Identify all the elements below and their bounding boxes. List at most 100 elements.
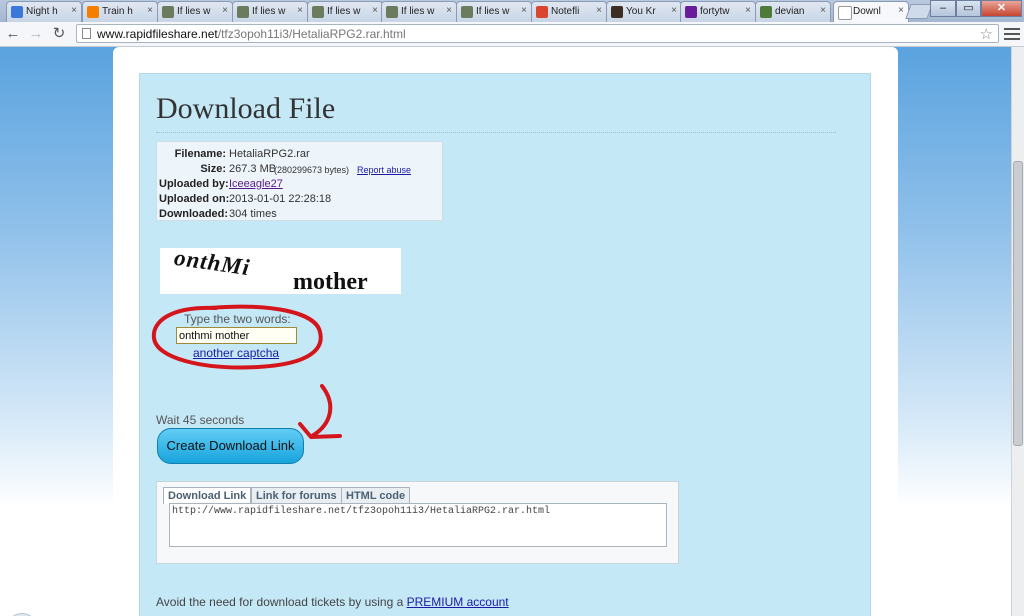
tab-link-for-forums[interactable]: Link for forums xyxy=(251,487,342,503)
reload-icon: ↻ xyxy=(52,25,66,42)
downloaded-label: Downloaded: xyxy=(159,208,229,220)
premium-account-link[interactable]: PREMIUM account xyxy=(407,595,509,609)
image-icon xyxy=(386,6,398,18)
captcha-input[interactable] xyxy=(176,327,297,344)
tab-close-icon[interactable]: × xyxy=(372,5,378,16)
vertical-scrollbar[interactable] xyxy=(1011,47,1024,616)
tab-title: Train h xyxy=(102,6,133,17)
image-icon xyxy=(312,6,324,18)
docs-icon xyxy=(11,6,23,18)
menu-icon[interactable] xyxy=(1004,25,1020,43)
browser-tab[interactable]: Notefli × xyxy=(531,1,607,22)
browser-tab[interactable]: If lies w × xyxy=(157,1,233,22)
wait-text: Wait 45 seconds xyxy=(156,413,245,427)
tab-html-code[interactable]: HTML code xyxy=(341,487,411,503)
browser-tab[interactable]: devian × xyxy=(755,1,831,22)
tab-close-icon[interactable]: × xyxy=(596,5,602,16)
size-label: Size: xyxy=(200,163,226,175)
captcha-word-1: onthMi xyxy=(172,244,252,281)
scrollbar-thumb[interactable] xyxy=(1013,161,1023,446)
notefl-icon xyxy=(536,6,548,18)
tab-title: If lies w xyxy=(327,6,361,17)
browser-tab[interactable]: If lies w × xyxy=(307,1,383,22)
tab-title: You Kr xyxy=(626,6,656,17)
tab-title: If lies w xyxy=(177,6,211,17)
image-icon xyxy=(162,6,174,18)
filename-value: HetaliaRPG2.rar xyxy=(229,148,310,160)
size-value: 267.3 MB xyxy=(229,163,277,175)
uploader-link[interactable]: Iceeagle27 xyxy=(229,177,283,191)
browser-tab[interactable]: Downl × xyxy=(833,1,909,23)
report-abuse-link[interactable]: Report abuse xyxy=(357,163,411,177)
page-viewport: Download File Filename: HetaliaRPG2.rar … xyxy=(0,47,1011,616)
tab-title: fortytw xyxy=(700,6,730,17)
tab-close-icon[interactable]: × xyxy=(222,5,228,16)
browser-tab[interactable]: Night h × xyxy=(6,1,82,22)
download-link-field[interactable]: http://www.rapidfileshare.net/tfz3opoh11… xyxy=(169,503,667,547)
reload-button[interactable]: ↻ xyxy=(50,25,68,43)
browser-tab[interactable]: Train h × xyxy=(82,1,158,22)
tab-close-icon[interactable]: × xyxy=(147,5,153,16)
tab-close-icon[interactable]: × xyxy=(671,5,677,16)
captcha-prompt: Type the two words: xyxy=(184,312,291,326)
video-icon xyxy=(611,6,623,18)
tab-close-icon[interactable]: × xyxy=(521,5,527,16)
captcha-word-2: mother xyxy=(293,269,368,295)
uploaded-on-value: 2013-01-01 22:28:18 xyxy=(229,193,332,205)
url-host: www.rapidfileshare.net xyxy=(97,27,218,41)
tab-download-link[interactable]: Download Link xyxy=(163,487,252,504)
back-arrow-icon: ← xyxy=(5,25,21,42)
image-icon xyxy=(237,6,249,18)
tab-close-icon[interactable]: × xyxy=(446,5,452,16)
red-arrow-annotation xyxy=(298,384,342,439)
tab-close-icon[interactable]: × xyxy=(297,5,303,16)
maximize-button[interactable]: ▭ xyxy=(956,0,981,17)
page-icon xyxy=(838,6,852,20)
download-box: Download File Filename: HetaliaRPG2.rar … xyxy=(139,73,871,616)
tab-close-icon[interactable]: × xyxy=(71,5,77,16)
tab-title: If lies w xyxy=(252,6,286,17)
captcha-image: onthMi mother xyxy=(160,244,401,295)
yahoo-icon xyxy=(685,6,697,18)
forward-arrow-icon: → xyxy=(28,25,44,42)
browser-tab[interactable]: fortytw × xyxy=(680,1,756,22)
deviantart-icon xyxy=(760,6,772,18)
bookmark-star-icon[interactable]: ☆ xyxy=(980,25,993,43)
window-close-button[interactable]: ✕ xyxy=(981,0,1022,17)
tab-title: Night h xyxy=(26,6,58,17)
link-box: Download Link Link for forums HTML code … xyxy=(156,481,679,564)
browser-toolbar: ← → ↻ www.rapidfileshare.net/tfz3opoh11i… xyxy=(0,22,1024,47)
another-captcha-link[interactable]: another captcha xyxy=(193,346,279,360)
size-bytes: (280299673 bytes) xyxy=(274,165,350,175)
browser-tab[interactable]: If lies w × xyxy=(381,1,457,22)
address-bar[interactable]: www.rapidfileshare.net/tfz3opoh11i3/Heta… xyxy=(76,24,999,43)
tab-title: Downl xyxy=(853,6,881,17)
browser-tab[interactable]: If lies w × xyxy=(232,1,308,22)
minimize-button[interactable]: – xyxy=(930,0,956,17)
page-icon xyxy=(82,28,91,39)
tab-title: If lies w xyxy=(476,6,510,17)
premium-notice: Avoid the need for download tickets by u… xyxy=(156,595,509,609)
tab-title: devian xyxy=(775,6,805,17)
forward-button[interactable]: → xyxy=(27,25,45,43)
tab-title: If lies w xyxy=(401,6,435,17)
file-info-box: Filename: HetaliaRPG2.rar Size: 267.3 MB… xyxy=(156,141,443,221)
blogger-icon xyxy=(87,6,99,18)
tab-title: Notefli xyxy=(551,6,580,17)
filename-label: Filename: xyxy=(174,148,226,160)
page-title: Download File xyxy=(156,92,336,125)
downloaded-value: 304 times xyxy=(229,208,277,220)
title-divider xyxy=(156,132,836,133)
back-button[interactable]: ← xyxy=(4,25,22,43)
url-path: /tfz3opoh11i3/HetaliaRPG2.rar.html xyxy=(217,27,406,41)
tab-close-icon[interactable]: × xyxy=(745,5,751,16)
url-text: www.rapidfileshare.net/tfz3opoh11i3/Heta… xyxy=(97,27,406,41)
new-tab-button[interactable] xyxy=(905,4,933,19)
browser-tab[interactable]: If lies w × xyxy=(456,1,532,22)
tab-close-icon[interactable]: × xyxy=(820,5,826,16)
tab-close-icon[interactable]: × xyxy=(898,5,904,16)
browser-tab[interactable]: You Kr × xyxy=(606,1,682,22)
image-icon xyxy=(461,6,473,18)
uploaded-by-label: Uploaded by: xyxy=(159,178,229,190)
create-download-link-button[interactable]: Create Download Link xyxy=(157,428,304,464)
